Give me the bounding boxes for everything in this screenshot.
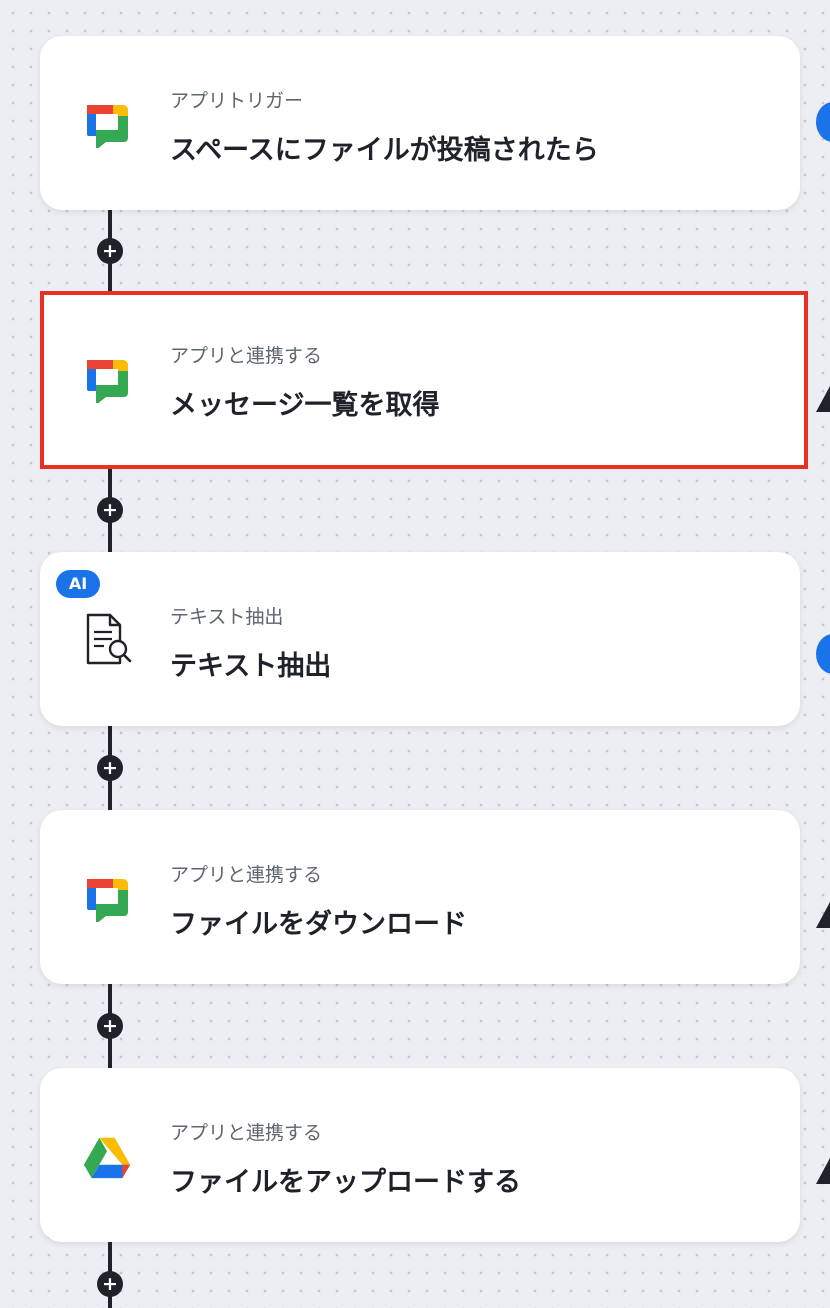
warning-icon[interactable] (816, 1158, 830, 1184)
add-step-button[interactable]: + (97, 755, 123, 781)
step-card-download-file[interactable]: アプリと連携する ファイルをダウンロード (40, 810, 800, 984)
google-chat-icon (87, 105, 128, 148)
step-type-label: アプリトリガー (170, 90, 304, 112)
add-step-button[interactable]: + (97, 497, 123, 523)
step-type-label: アプリと連携する (170, 864, 323, 886)
step-type-label: アプリと連携する (170, 1122, 323, 1144)
step-title: ファイルをダウンロード (170, 909, 467, 940)
step-status-indicator[interactable] (816, 634, 830, 674)
step-card-text-extraction[interactable]: AI テキスト抽出 テキスト抽出 (40, 552, 800, 726)
step-card-upload-file[interactable]: アプリと連携する ファイルをアップロードする (40, 1068, 800, 1242)
step-title: メッセージ一覧を取得 (170, 390, 440, 421)
step-title: スペースにファイルが投稿されたら (170, 135, 599, 166)
google-chat-icon (87, 879, 128, 922)
google-chat-icon (87, 360, 128, 403)
step-title: ファイルをアップロードする (170, 1167, 521, 1198)
step-card-get-messages[interactable]: アプリと連携する メッセージ一覧を取得 (40, 291, 808, 469)
document-search-icon (86, 613, 132, 665)
step-status-indicator[interactable] (816, 102, 830, 142)
step-type-label: テキスト抽出 (170, 606, 284, 628)
ai-badge: AI (56, 570, 100, 598)
step-card-trigger[interactable]: アプリトリガー スペースにファイルが投稿されたら (40, 36, 800, 210)
warning-icon[interactable] (816, 386, 830, 412)
add-step-button[interactable]: + (97, 1013, 123, 1039)
add-step-button[interactable]: + (97, 238, 123, 264)
google-drive-icon (83, 1137, 131, 1179)
add-step-button[interactable]: + (97, 1271, 123, 1297)
warning-icon[interactable] (816, 902, 830, 928)
step-type-label: アプリと連携する (170, 345, 323, 367)
step-title: テキスト抽出 (170, 651, 332, 682)
